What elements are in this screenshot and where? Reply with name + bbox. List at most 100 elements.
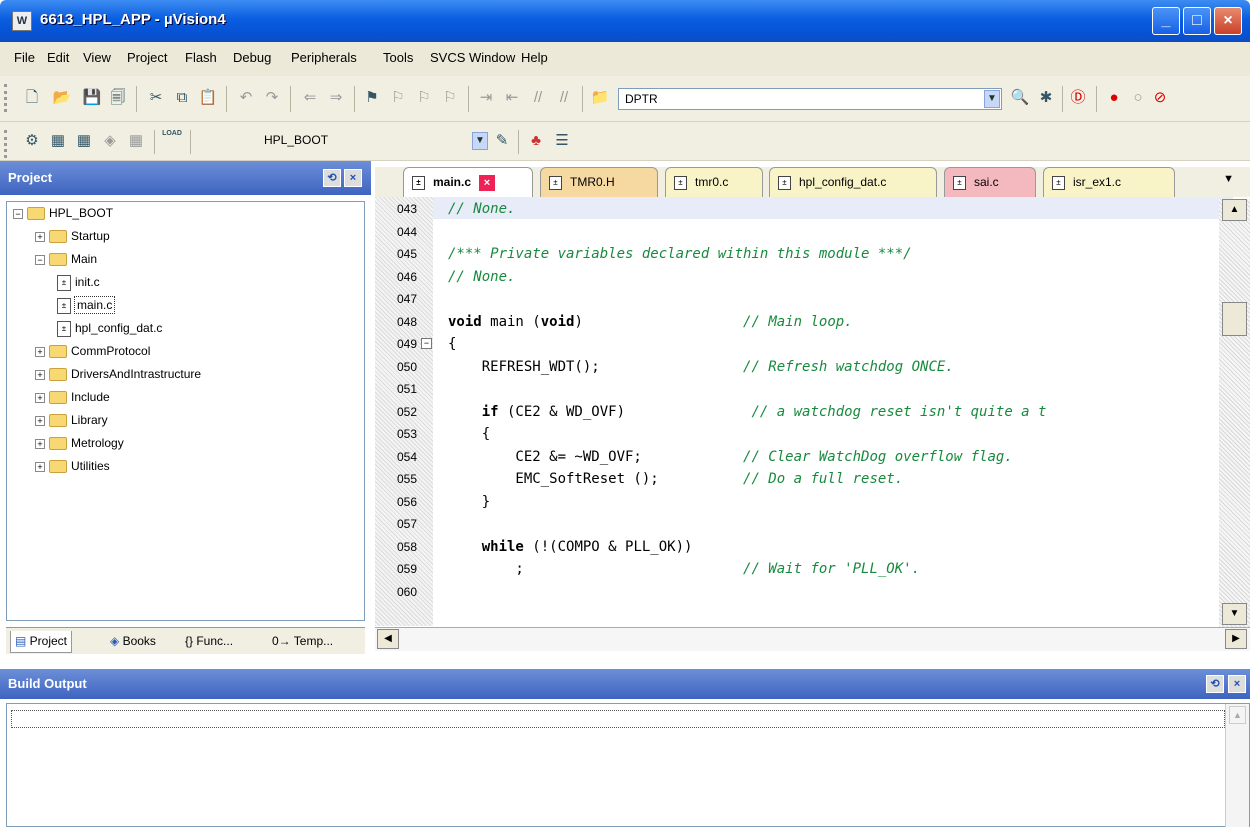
code-line[interactable]: // None. bbox=[448, 198, 515, 221]
bookmark-icon[interactable]: ⚑ bbox=[362, 88, 382, 108]
prev-bookmark-icon[interactable]: ⚐ bbox=[388, 88, 408, 108]
expand-icon[interactable]: + bbox=[35, 369, 45, 380]
new-file-icon[interactable]: 🗋 bbox=[22, 88, 42, 108]
indent-icon[interactable]: ⇥ bbox=[476, 88, 496, 108]
find-in-files-icon[interactable]: 📁 bbox=[590, 88, 610, 108]
uncomment-icon[interactable]: // bbox=[554, 88, 574, 108]
expand-icon[interactable]: + bbox=[35, 415, 45, 426]
close-button[interactable]: × bbox=[1214, 7, 1242, 35]
toolbar-grip[interactable] bbox=[4, 84, 8, 112]
expand-icon[interactable]: + bbox=[35, 346, 45, 357]
find-icon[interactable]: 🔍 bbox=[1010, 88, 1030, 108]
tree-file-item[interactable]: ± init.c bbox=[57, 275, 100, 297]
code-line[interactable]: // None. bbox=[448, 266, 515, 289]
open-folder-icon[interactable]: 📂 bbox=[52, 88, 72, 108]
kill-breakpoints-icon[interactable]: ⊘ bbox=[1150, 88, 1170, 108]
tree-folder-item[interactable]: + Utilities bbox=[35, 459, 110, 481]
tab-isr-ex1-c[interactable]: ± isr_ex1.c bbox=[1043, 167, 1175, 197]
target-combo[interactable]: HPL_BOOT bbox=[258, 130, 434, 152]
tab-hpl-config-dat-c[interactable]: ± hpl_config_dat.c bbox=[769, 167, 937, 197]
debug-session-icon[interactable]: Ⓓ bbox=[1068, 88, 1088, 108]
target-options-icon[interactable]: ✎ bbox=[492, 131, 512, 151]
scroll-left-icon[interactable]: ◀ bbox=[377, 629, 399, 649]
tree-folder-item[interactable]: + DriversAndIntrastructure bbox=[35, 367, 201, 389]
next-bookmark-icon[interactable]: ⚐ bbox=[414, 88, 434, 108]
code-editor[interactable]: 043 044 045 046 047 048 049−050 051 052 053 054 055… bbox=[375, 197, 1250, 626]
editor-horizontal-scrollbar[interactable]: ◀ ▶ bbox=[375, 627, 1250, 651]
tree-file-item[interactable]: ± hpl_config_dat.c bbox=[57, 321, 162, 343]
tab-tmr0-h[interactable]: ± TMR0.H bbox=[540, 167, 658, 197]
menu-flash[interactable]: Flash bbox=[185, 50, 217, 65]
undo-icon[interactable]: ↶ bbox=[236, 88, 256, 108]
expand-icon[interactable]: + bbox=[35, 392, 45, 403]
menu-tools[interactable]: Tools bbox=[383, 50, 413, 65]
comment-icon[interactable]: // bbox=[528, 88, 548, 108]
code-line[interactable]: /*** Private variables declared within t… bbox=[448, 243, 912, 266]
menu-edit[interactable]: Edit bbox=[47, 50, 69, 65]
code-line[interactable]: { bbox=[448, 333, 456, 356]
panel-close-icon[interactable]: × bbox=[344, 169, 362, 187]
scroll-up-icon[interactable]: ▲ bbox=[1222, 199, 1247, 221]
breakpoint-icon[interactable]: ● bbox=[1104, 88, 1124, 108]
download-icon[interactable]: LOAD bbox=[162, 129, 182, 149]
collapse-icon[interactable]: − bbox=[13, 208, 23, 219]
expand-icon[interactable]: + bbox=[35, 231, 45, 242]
code-line[interactable]: REFRESH_WDT(); // Refresh watchdog ONCE. bbox=[448, 356, 954, 379]
batch-build-icon[interactable]: ◈ bbox=[100, 131, 120, 151]
code-line[interactable]: { bbox=[448, 423, 490, 446]
code-line[interactable]: if (CE2 & WD_OVF) // a watchdog reset is… bbox=[448, 401, 1047, 424]
close-tab-icon[interactable]: × bbox=[479, 175, 496, 191]
tree-folder-item[interactable]: + Startup bbox=[35, 229, 110, 251]
minimize-button[interactable]: _ bbox=[1152, 7, 1180, 35]
unindent-icon[interactable]: ⇤ bbox=[502, 88, 522, 108]
cut-icon[interactable]: ✂ bbox=[146, 88, 166, 108]
expand-icon[interactable]: + bbox=[35, 438, 45, 449]
code-line[interactable]: while (!(COMPO & PLL_OK)) bbox=[448, 536, 693, 559]
build-output-panel[interactable]: ▲ bbox=[6, 703, 1250, 827]
scroll-right-icon[interactable]: ▶ bbox=[1225, 629, 1247, 649]
code-area[interactable]: // None. /*** Private variables declared … bbox=[433, 197, 1233, 626]
tab-tmr0-c[interactable]: ± tmr0.c bbox=[665, 167, 763, 197]
incremental-find-icon[interactable]: ✱ bbox=[1036, 88, 1056, 108]
code-line[interactable]: CE2 &= ~WD_OVF; // Clear WatchDog overfl… bbox=[448, 446, 1012, 469]
forward-icon[interactable]: ⇒ bbox=[326, 88, 346, 108]
build-icon[interactable]: ▦ bbox=[48, 131, 68, 151]
panel-tab-templates[interactable]: 0→ Temp... bbox=[268, 631, 337, 653]
chevron-down-icon[interactable]: ▼ bbox=[984, 90, 1000, 108]
menu-svcs[interactable]: SVCS bbox=[430, 50, 465, 65]
panel-close-icon[interactable]: × bbox=[1228, 675, 1246, 693]
code-line[interactable]: } bbox=[448, 491, 490, 514]
menu-peripherals[interactable]: Peripherals bbox=[291, 50, 357, 65]
tab-list-dropdown-icon[interactable]: ▼ bbox=[1223, 173, 1234, 185]
clear-bookmarks-icon[interactable]: ⚐ bbox=[440, 88, 460, 108]
code-line[interactable]: EMC_SoftReset (); // Do a full reset. bbox=[448, 468, 903, 491]
fold-icon[interactable]: − bbox=[421, 338, 432, 349]
tree-folder-item[interactable]: − HPL_BOOT bbox=[13, 206, 113, 228]
disable-breakpoint-icon[interactable]: ○ bbox=[1128, 88, 1148, 108]
menu-view[interactable]: View bbox=[83, 50, 111, 65]
menu-project[interactable]: Project bbox=[127, 50, 167, 65]
translate-icon[interactable]: ⚙ bbox=[22, 131, 42, 151]
panel-tab-project[interactable]: ▤ Project bbox=[10, 631, 73, 653]
tree-folder-item[interactable]: + CommProtocol bbox=[35, 344, 150, 366]
tree-folder-item[interactable]: + Library bbox=[35, 413, 108, 435]
tree-folder-item[interactable]: − Main bbox=[35, 252, 97, 274]
scroll-thumb[interactable] bbox=[1222, 302, 1247, 336]
tab-main-c[interactable]: ± main.c × bbox=[403, 167, 533, 197]
find-combo[interactable]: DPTR ▼ bbox=[618, 88, 1002, 110]
panel-tab-functions[interactable]: {} Func... bbox=[181, 631, 237, 653]
toolbar-grip[interactable] bbox=[4, 130, 8, 158]
chevron-down-icon[interactable]: ▼ bbox=[472, 132, 488, 150]
menu-debug[interactable]: Debug bbox=[233, 50, 271, 65]
back-icon[interactable]: ⇐ bbox=[300, 88, 320, 108]
tree-folder-item[interactable]: + Metrology bbox=[35, 436, 124, 458]
expand-icon[interactable]: + bbox=[35, 461, 45, 472]
collapse-icon[interactable]: − bbox=[35, 254, 45, 265]
stop-build-icon[interactable]: ▦ bbox=[126, 131, 146, 151]
editor-vertical-scrollbar[interactable]: ▲ ▼ bbox=[1219, 199, 1250, 627]
pin-icon[interactable]: ⟲ bbox=[1206, 675, 1224, 693]
copy-icon[interactable]: ⧉ bbox=[172, 88, 192, 108]
save-icon[interactable]: 💾 bbox=[82, 88, 102, 108]
panel-tab-books[interactable]: ◈ Books bbox=[106, 631, 160, 653]
menu-help[interactable]: Help bbox=[521, 50, 548, 65]
